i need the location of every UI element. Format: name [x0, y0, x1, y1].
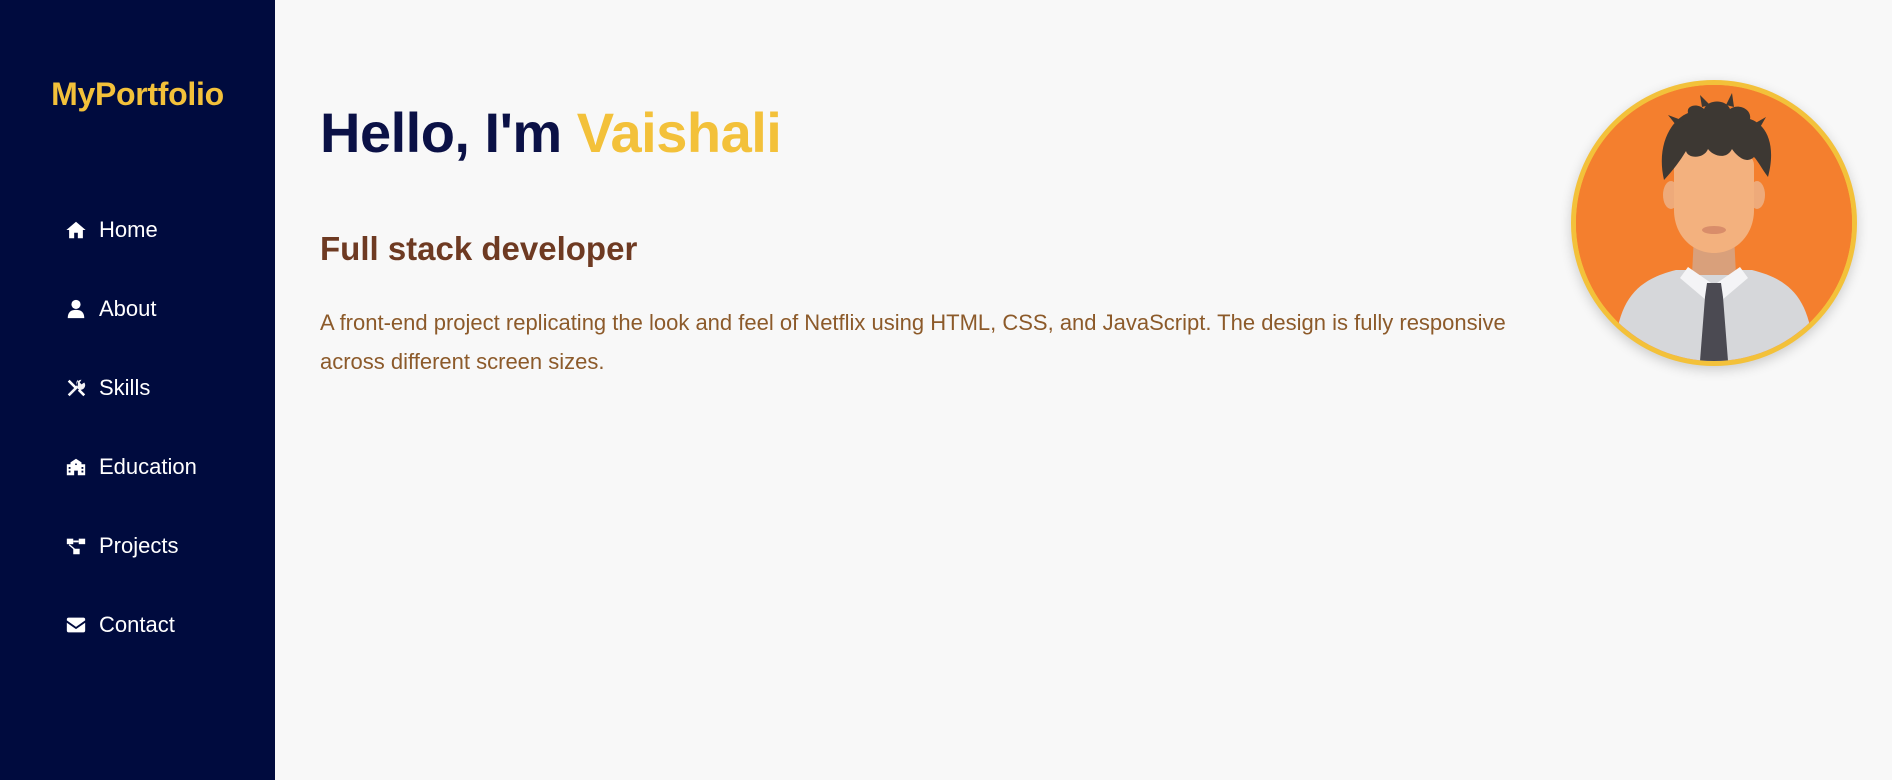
sidebar-item-label: Skills: [99, 375, 151, 400]
sidebar-item-label: Contact: [99, 612, 175, 637]
tools-icon: [65, 377, 87, 399]
greeting-text: Hello, I'm: [320, 101, 577, 164]
hero-description: A front-end project replicating the look…: [320, 310, 1506, 374]
hero-name: Vaishali: [576, 101, 782, 164]
sidebar-item-label: Projects: [99, 533, 179, 558]
user-icon: [65, 298, 87, 320]
sidebar-item-label: Home: [99, 217, 158, 242]
profile-avatar: [1571, 80, 1857, 366]
sidebar-item-label: Education: [99, 454, 197, 479]
sidebar-item-contact[interactable]: Contact: [65, 608, 197, 642]
school-icon: [65, 456, 87, 478]
sidebar: MyPortfolio Home About Skills Education: [0, 0, 275, 780]
sidebar-item-about[interactable]: About: [65, 292, 197, 326]
sidebar-item-projects[interactable]: Projects: [65, 529, 197, 563]
envelope-icon: [65, 614, 87, 636]
sidebar-nav: Home About Skills Education Projects Con…: [65, 213, 197, 687]
project-diagram-icon: [65, 535, 87, 557]
sidebar-item-home[interactable]: Home: [65, 213, 197, 247]
home-icon: [65, 219, 87, 241]
sidebar-item-label: About: [99, 296, 157, 321]
sidebar-item-education[interactable]: Education: [65, 450, 197, 484]
sidebar-item-skills[interactable]: Skills: [65, 371, 197, 405]
hero-heading: Hello, I'm Vaishali: [320, 100, 782, 165]
avatar-illustration: [1576, 85, 1852, 361]
site-logo[interactable]: MyPortfolio: [0, 76, 275, 113]
hero-role: Full stack developer: [320, 230, 638, 267]
